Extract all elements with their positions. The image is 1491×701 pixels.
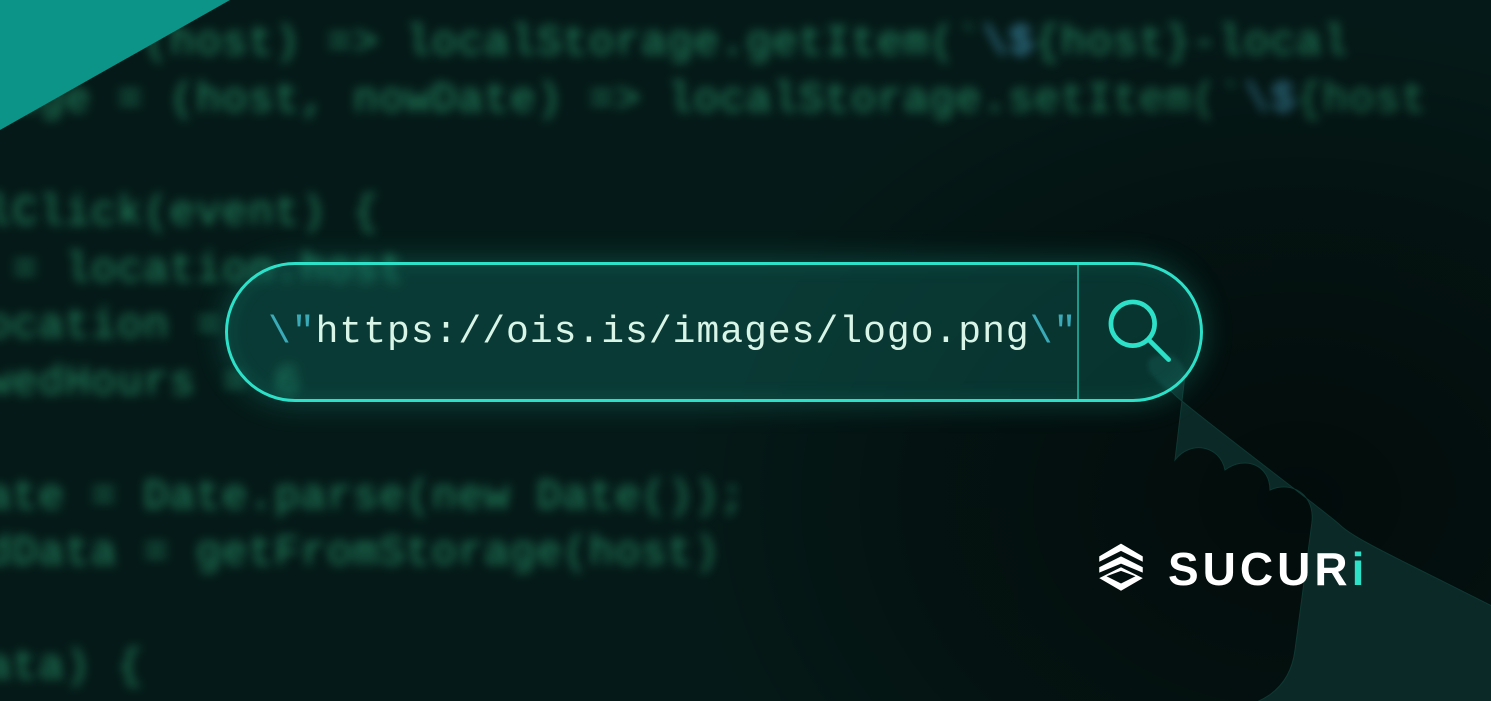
search-open-quote: \" [268, 311, 316, 354]
code-line: edData = getFromStorage(host) [0, 529, 720, 577]
code-escape: \$ [982, 19, 1034, 67]
search-url-text: https://ois.is/images/logo.png [316, 311, 1030, 354]
code-line: Data) { [0, 643, 143, 691]
code-line: Date = Date.parse(new Date()); [0, 473, 746, 521]
search-bar: \"https://ois.is/images/logo.png\" [225, 262, 1203, 402]
search-input[interactable]: \"https://ois.is/images/logo.png\" [228, 311, 1077, 354]
code-line: {host}-local [1034, 19, 1348, 67]
code-line: alClick(event) { [0, 189, 379, 237]
code-line: Location = [0, 302, 222, 350]
brand-name: SUCURi [1168, 542, 1368, 596]
code-escape: \$ [1244, 76, 1296, 124]
brand-name-accent: i [1352, 543, 1369, 595]
code-line: {host [1296, 76, 1427, 124]
magnifier-icon [1100, 291, 1178, 374]
search-close-quote: \" [1030, 311, 1078, 354]
brand-mark-icon [1092, 540, 1150, 598]
brand-logo: SUCURi [1092, 540, 1368, 598]
search-button[interactable] [1079, 265, 1200, 399]
brand-name-main: SUCUR [1168, 543, 1352, 595]
corner-accent [0, 0, 230, 130]
